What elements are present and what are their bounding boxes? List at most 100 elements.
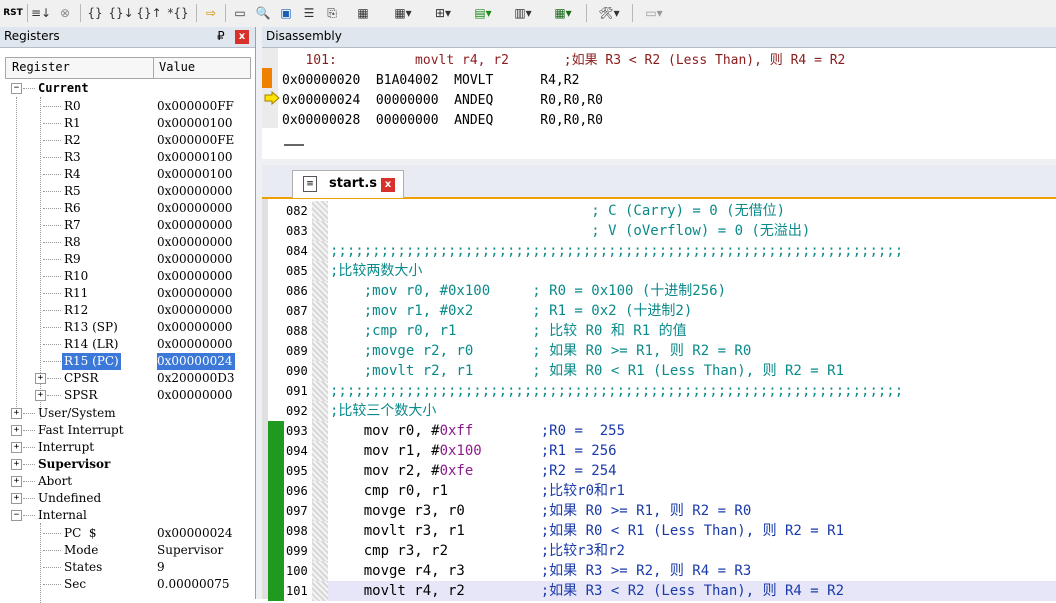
folding-margin[interactable] [312, 321, 328, 341]
tree-node-undefined[interactable]: + Undefined [0, 490, 250, 507]
run-icon[interactable]: ≡↓ [30, 3, 52, 23]
registers-close-button[interactable]: x [235, 30, 249, 44]
internal-row[interactable]: States 9 [0, 559, 250, 576]
disassembly-gutter[interactable] [262, 48, 280, 128]
coverage-bar[interactable] [268, 421, 284, 441]
coverage-bar[interactable] [268, 521, 284, 541]
step-icon[interactable]: {} [84, 3, 106, 23]
code-line[interactable]: movge r3, r0 ;如果 R0 >= R1, 则 R2 = R0 [330, 501, 752, 521]
tree-node-abort[interactable]: + Abort [0, 473, 250, 490]
tab-start-s[interactable]: ≡ start.s x [292, 170, 404, 198]
gutter-cell[interactable] [268, 221, 284, 241]
code-line[interactable]: ; C (Carry) = 0 (无借位) [330, 201, 785, 221]
gutter-cell[interactable] [268, 241, 284, 261]
register-row[interactable]: R3 0x00000100 [0, 149, 250, 166]
coverage-bar[interactable] [268, 461, 284, 481]
code-line[interactable]: mov r0, #0xff ;R0 = 255 [330, 421, 625, 441]
code-line[interactable]: ;比较三个数大小 [330, 401, 436, 421]
code-line[interactable]: ;mov r1, #0x2 ; R1 = 0x2 (十进制2) [330, 301, 693, 321]
register-row[interactable]: R12 0x00000000 [0, 302, 250, 319]
register-value[interactable]: 0x00000024 [157, 353, 236, 370]
reset-button[interactable]: RST [2, 3, 24, 23]
register-value[interactable]: 0x00000000 [157, 285, 232, 302]
code-line[interactable]: ; V (oVerflow) = 0 (无溢出) [330, 221, 810, 241]
coverage-bar[interactable] [268, 541, 284, 561]
register-value[interactable]: 0x00000100 [157, 166, 232, 183]
folding-margin[interactable] [312, 241, 328, 261]
gutter-cell[interactable] [268, 321, 284, 341]
gutter-cell[interactable] [268, 301, 284, 321]
internal-row[interactable]: Mode Supervisor [0, 542, 250, 559]
register-row[interactable]: R6 0x00000000 [0, 200, 250, 217]
register-value[interactable]: 0x00000000 [157, 183, 232, 200]
expand-icon[interactable]: + [11, 476, 22, 487]
folding-margin[interactable] [312, 461, 328, 481]
register-value[interactable]: 0x00000000 [157, 319, 232, 336]
register-row[interactable]: R7 0x00000000 [0, 217, 250, 234]
register-row[interactable]: + SPSR 0x00000000 [0, 387, 250, 404]
debug-restore-views-icon[interactable]: ▭▾ [636, 3, 672, 23]
tree-node-current[interactable]: − Current [0, 80, 250, 97]
register-row[interactable]: + CPSR 0x200000D3 [0, 370, 250, 387]
register-value[interactable]: 0x00000024 [157, 525, 232, 542]
register-value[interactable]: 0x00000100 [157, 115, 232, 132]
tree-node-user-system[interactable]: + User/System [0, 405, 250, 422]
code-line[interactable]: ;比较两数大小 [330, 261, 422, 281]
code-line[interactable]: ;mov r0, #0x100 ; R0 = 0x100 (十进制256) [330, 281, 726, 301]
register-value[interactable]: 0x000000FF [157, 98, 234, 115]
disassembly-line[interactable]: 0x00000028 00000000 ANDEQ R0,R0,R0 [282, 111, 603, 131]
folding-margin[interactable] [312, 221, 328, 241]
register-value[interactable]: 0x00000000 [157, 234, 232, 251]
register-row[interactable]: R9 0x00000000 [0, 251, 250, 268]
register-value[interactable]: 0x200000D3 [157, 370, 234, 387]
register-value[interactable]: 0x00000000 [157, 217, 232, 234]
expand-icon[interactable]: + [35, 373, 46, 384]
register-value[interactable]: 9 [157, 559, 165, 576]
code-line[interactable]: ;cmp r0, r1 ; 比较 R0 和 R1 的值 [330, 321, 687, 341]
expand-icon[interactable]: + [11, 425, 22, 436]
coverage-bar[interactable] [268, 561, 284, 581]
folding-margin[interactable] [312, 521, 328, 541]
step-over-icon[interactable]: {}↓ [108, 3, 134, 23]
folding-margin[interactable] [312, 341, 328, 361]
expand-icon[interactable]: + [35, 390, 46, 401]
register-value[interactable]: 0x00000000 [157, 302, 232, 319]
folding-margin[interactable] [312, 421, 328, 441]
register-value[interactable]: 0.00000075 [157, 576, 230, 593]
register-value[interactable]: 0x00000000 [157, 200, 232, 217]
coverage-bar[interactable] [268, 501, 284, 521]
internal-row[interactable]: Sec 0.00000075 [0, 576, 250, 593]
serial-window-icon[interactable]: ⊞▾ [424, 3, 462, 23]
folding-margin[interactable] [312, 201, 328, 221]
register-value[interactable]: 0x000000FE [157, 132, 234, 149]
trace-window-icon[interactable]: ▥▾ [504, 3, 542, 23]
tree-node-internal[interactable]: − Internal [0, 507, 250, 524]
register-row[interactable]: R0 0x000000FF [0, 98, 250, 115]
folding-margin[interactable] [312, 541, 328, 561]
register-value[interactable]: 0x00000000 [157, 268, 232, 285]
code-line[interactable]: ;movlt r2, r1 ; 如果 R0 < R1 (Less Than), … [330, 361, 844, 381]
column-value[interactable]: Value [159, 60, 195, 74]
collapse-icon[interactable]: − [11, 83, 22, 94]
disassembly-line[interactable]: 0x00000024 00000000 ANDEQ R0,R0,R0 [282, 91, 603, 111]
expand-icon[interactable]: + [11, 459, 22, 470]
memory-window-icon[interactable]: ▦▾ [384, 3, 422, 23]
tree-node-fast-interrupt[interactable]: + Fast Interrupt [0, 422, 250, 439]
expand-icon[interactable]: + [11, 442, 22, 453]
code-line[interactable]: movlt r3, r1 ;如果 R0 < R1 (Less Than), 则 … [330, 521, 844, 541]
call-stack-window-icon[interactable]: ⎘ [321, 3, 343, 23]
folding-margin[interactable] [312, 301, 328, 321]
analysis-window-icon[interactable]: ▤▾ [464, 3, 502, 23]
toolbox-icon[interactable]: 🛠▾ [590, 3, 628, 23]
register-row[interactable]: R2 0x000000FE [0, 132, 250, 149]
code-line[interactable]: movlt r4, r2 ;如果 R3 < R2 (Less Than), 则 … [330, 581, 844, 601]
gutter-cell[interactable] [268, 261, 284, 281]
folding-margin[interactable] [312, 481, 328, 501]
folding-margin[interactable] [312, 381, 328, 401]
symbols-window-icon[interactable]: ▣ [275, 3, 297, 23]
folding-margin[interactable] [312, 261, 328, 281]
register-row[interactable]: R4 0x00000100 [0, 166, 250, 183]
register-row[interactable]: R13 (SP) 0x00000000 [0, 319, 250, 336]
register-row-selected[interactable]: R15 (PC) 0x00000024 [0, 353, 250, 370]
coverage-bar[interactable] [268, 441, 284, 461]
